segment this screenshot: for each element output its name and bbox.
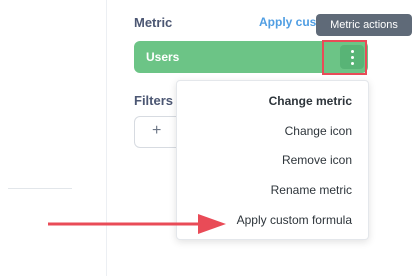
menu-item-remove-icon[interactable]: Remove icon: [282, 153, 352, 167]
menu-item-apply-custom-formula[interactable]: Apply custom formula: [237, 213, 352, 227]
metric-section-label: Metric: [134, 15, 173, 30]
metric-actions-tooltip: Metric actions: [316, 14, 412, 36]
menu-item-rename-metric[interactable]: Rename metric: [271, 183, 352, 197]
divider-line: [8, 188, 72, 189]
pointer-arrow-icon: [48, 214, 226, 234]
menu-item-change-icon[interactable]: Change icon: [285, 124, 352, 138]
menu-item-change-metric[interactable]: Change metric: [269, 94, 352, 108]
metric-name: Users: [146, 50, 180, 64]
filters-section-label: Filters: [134, 93, 174, 108]
add-filter-icon[interactable]: +: [152, 122, 161, 140]
highlight-box: [322, 40, 367, 75]
